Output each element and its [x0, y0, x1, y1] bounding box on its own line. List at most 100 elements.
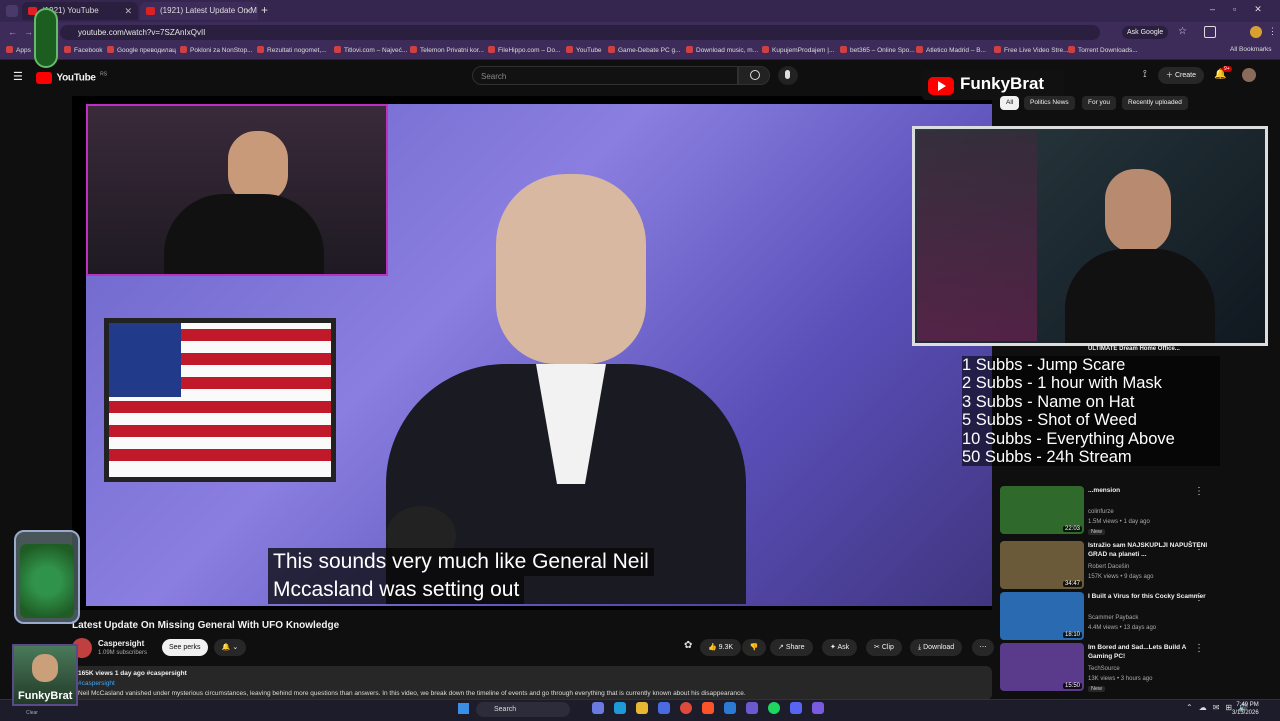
dislike-button[interactable]: 👎 — [742, 639, 766, 656]
bookmark-item[interactable]: YouTube — [566, 46, 602, 54]
taskbar-search[interactable]: Search — [476, 702, 570, 717]
video-thumbnail[interactable]: 34:47 — [1000, 541, 1084, 589]
recommended-video[interactable]: 18:10 I Built a Virus for this Cocky Sca… — [1000, 592, 1270, 646]
bookmark-item[interactable]: Pokloni za NonStop... — [180, 46, 253, 54]
recommended-video[interactable]: 22:03 ...mension colinfurze 1.5M views •… — [1000, 486, 1270, 540]
clip-button[interactable]: ✂ Clip — [866, 639, 902, 656]
browser-tab-active[interactable]: (1921) Latest Update On M ✕ — [140, 2, 258, 20]
chip-recently-uploaded[interactable]: Recently uploaded — [1122, 96, 1188, 110]
hashtag-link[interactable]: #caspersight — [78, 680, 115, 687]
close-icon[interactable]: ✕ — [124, 2, 132, 20]
bookmark-item[interactable]: Rezultati nogomet,... — [257, 46, 327, 54]
video-channel[interactable]: Robert Dacešin — [1088, 563, 1129, 571]
bookmark-item[interactable]: Download music, m... — [686, 46, 758, 54]
video-channel[interactable]: colinfurze — [1088, 508, 1114, 516]
recommended-video[interactable]: 34:47 Istražio sam NAJSKUPLJI NAPUŠTENI … — [1000, 541, 1270, 595]
description-text: Neil McCasland vanished under mysterious… — [78, 690, 746, 697]
bookmark-item[interactable]: Telemon Privatni kor... — [410, 46, 484, 54]
video-title[interactable]: I Built a Virus for this Cocky Scammer — [1088, 592, 1208, 601]
account-avatar[interactable] — [1242, 68, 1256, 82]
sub-goal: 2 Subbs - 1 hour with Mask — [962, 374, 1162, 393]
download-button[interactable]: ⤓ Download — [910, 639, 963, 656]
menu-dots-icon[interactable]: ⋮ — [1268, 26, 1277, 37]
edge-icon[interactable] — [614, 702, 626, 714]
address-bar[interactable]: youtube.com/watch?v=7SZAnIxQvII — [60, 25, 1100, 40]
ask-google-button[interactable]: Ask Google — [1122, 26, 1169, 39]
video-thumbnail[interactable]: 15:50 — [1000, 643, 1084, 691]
close-icon[interactable]: ✕ — [244, 2, 252, 20]
file-explorer-icon[interactable] — [636, 702, 648, 714]
clip-label: Clip — [881, 644, 894, 651]
taskbar-clock[interactable]: 7:49 PM 3/13/2026 — [1232, 701, 1259, 717]
extensions-icon[interactable] — [1204, 26, 1216, 38]
video-channel[interactable]: TechSource — [1088, 665, 1120, 673]
recommended-video[interactable]: 15:50 Im Bored and Sad...Lets Build A Ga… — [1000, 643, 1270, 697]
cast-icon[interactable]: ⟟ — [1143, 69, 1147, 80]
bookmark-item[interactable]: Apps — [6, 46, 31, 54]
video-channel[interactable]: Scammer Payback — [1088, 614, 1138, 622]
bookmark-item[interactable]: Torrent Downloads... — [1068, 46, 1138, 54]
back-icon[interactable]: ← — [8, 27, 17, 37]
more-icon[interactable]: ⋮ — [1194, 541, 1204, 552]
bookmark-item[interactable]: Game-Debate PC g... — [608, 46, 681, 54]
bookmark-item[interactable]: Free Live Video Stre... — [994, 46, 1069, 54]
discord-icon[interactable] — [790, 702, 802, 714]
more-icon[interactable]: ⋮ — [1194, 486, 1204, 497]
video-meta: 4.4M views • 13 days ago — [1088, 625, 1157, 631]
see-perks-button[interactable]: See perks — [162, 639, 208, 656]
window-controls[interactable]: –▫✕ — [1210, 4, 1280, 15]
brave-icon[interactable] — [702, 702, 714, 714]
download-icon: ⤓ — [918, 644, 922, 651]
bookmark-item[interactable]: bet365 – Online Spo... — [840, 46, 915, 54]
app-icon[interactable] — [812, 702, 824, 714]
bookmark-item[interactable]: Atletico Madrid – B... — [916, 46, 986, 54]
star-icon[interactable]: ☆ — [1178, 26, 1187, 37]
share-button[interactable]: ↗ Share — [770, 639, 813, 656]
video-title[interactable]: Im Bored and Sad...Lets Build A Gaming P… — [1088, 643, 1208, 661]
like-button[interactable]: 👍 9.3K — [700, 639, 742, 656]
chip-all[interactable]: All — [1000, 96, 1020, 110]
effects-icon[interactable]: ✿ — [684, 640, 692, 651]
bookmark-item[interactable]: Facebook — [64, 46, 103, 54]
american-flag — [104, 318, 336, 482]
create-button[interactable]: ＋ Create — [1158, 67, 1204, 84]
video-thumbnail[interactable]: 22:03 — [1000, 486, 1084, 534]
hamburger-icon[interactable]: ☰ — [13, 70, 23, 83]
bookmark-item[interactable]: Google преводилац — [107, 46, 176, 54]
more-actions-button[interactable]: ⋯ — [972, 639, 994, 656]
mail-icon[interactable] — [724, 702, 736, 714]
search-input[interactable]: Search — [472, 66, 738, 85]
video-title[interactable]: ...mension — [1088, 486, 1208, 495]
video-thumbnail[interactable]: 18:10 — [1000, 592, 1084, 640]
ask-button[interactable]: ✦ Ask — [822, 639, 858, 656]
video-title[interactable]: Istražio sam NAJSKUPLJI NAPUŠTENI GRAD n… — [1088, 541, 1208, 559]
chip-politics-news[interactable]: Politics News — [1024, 96, 1075, 110]
bookmark-item[interactable]: Titlovi.com – Najveć... — [334, 46, 407, 54]
spotify-icon[interactable] — [768, 702, 780, 714]
teams-icon[interactable] — [746, 702, 758, 714]
store-icon[interactable] — [658, 702, 670, 714]
more-icon[interactable]: ⋮ — [1194, 592, 1204, 603]
start-icon[interactable] — [458, 703, 469, 714]
search-button[interactable] — [738, 66, 770, 85]
notification-bell-button[interactable]: 🔔 ⌄ — [214, 639, 246, 656]
youtube-play-icon — [928, 77, 954, 95]
sub-goals-list: 1 Subbs - Jump Scare 2 Subbs - 1 hour wi… — [962, 356, 1220, 467]
youtube-logo[interactable]: YouTube RS — [36, 69, 107, 84]
copilot-icon[interactable] — [592, 702, 604, 714]
funkybrat-avatar-label: FunkyBrat — [18, 690, 73, 702]
profile-icon[interactable] — [1250, 26, 1262, 38]
new-tab-button[interactable]: + — [261, 3, 268, 17]
bookmark-item[interactable]: KupujemProdajem |... — [762, 46, 834, 54]
forward-icon[interactable]: → — [24, 27, 33, 37]
voice-search-button[interactable] — [778, 66, 798, 85]
tab-title: (1921) Latest Update On M — [160, 6, 257, 15]
new-badge: New — [1088, 529, 1106, 535]
more-icon[interactable]: ⋮ — [1194, 643, 1204, 654]
chrome-icon[interactable] — [680, 702, 692, 714]
all-bookmarks[interactable]: All Bookmarks — [1230, 46, 1272, 53]
channel-name[interactable]: Caspersight — [98, 639, 144, 648]
tab-search-icon[interactable] — [6, 5, 18, 17]
bookmark-item[interactable]: FileHippo.com – Do... — [488, 46, 561, 54]
chip-for-you[interactable]: For you — [1082, 96, 1117, 110]
